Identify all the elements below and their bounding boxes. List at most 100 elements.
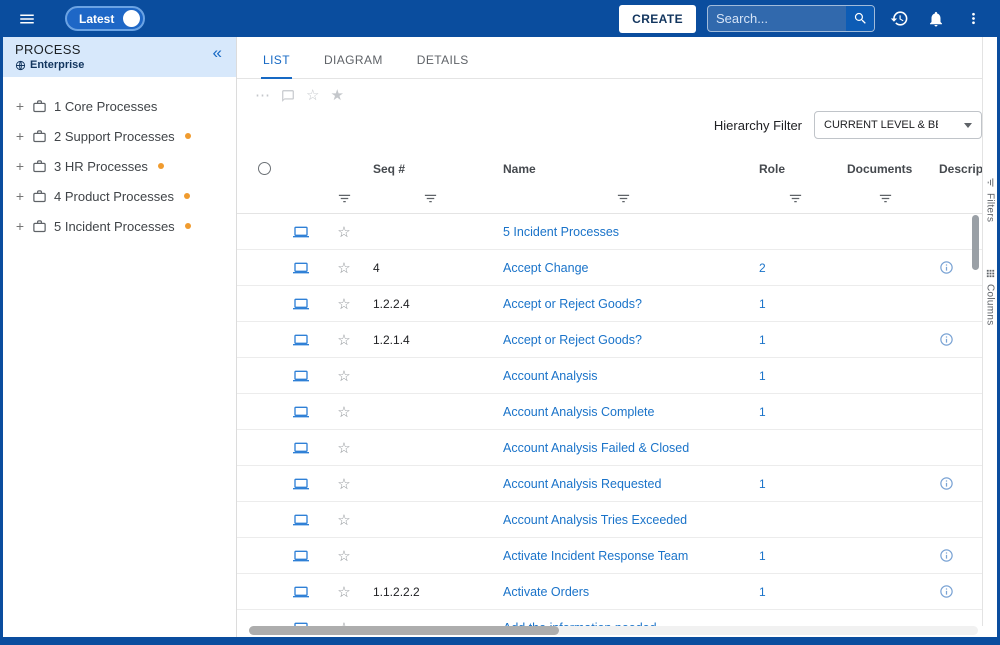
favorite-star-icon[interactable]: ☆: [337, 511, 350, 529]
sidebar-item-label: 1 Core Processes: [54, 98, 158, 114]
more-actions-icon[interactable]: ⋯: [255, 88, 270, 103]
sidebar-item-4[interactable]: +4 Product Processes: [3, 181, 236, 211]
process-name-link[interactable]: Account Analysis: [503, 369, 598, 383]
comment-icon[interactable]: [281, 89, 295, 103]
open-diagram-monitor-icon[interactable]: [293, 260, 309, 276]
horizontal-scrollbar-thumb[interactable]: [249, 626, 559, 635]
history-icon[interactable]: [886, 6, 912, 32]
hierarchy-filter-label: Hierarchy Filter: [713, 117, 802, 133]
sidebar-item-5[interactable]: +5 Incident Processes: [3, 211, 236, 241]
filter-funnel-icon-name[interactable]: [495, 191, 751, 206]
horizontal-scrollbar[interactable]: [249, 626, 978, 635]
open-diagram-monitor-icon[interactable]: [293, 332, 309, 348]
filter-icon: [985, 177, 996, 188]
info-icon[interactable]: [939, 584, 982, 599]
info-icon[interactable]: [939, 476, 982, 491]
star-outline-icon[interactable]: ☆: [306, 88, 319, 103]
search-button[interactable]: [846, 6, 874, 31]
favorite-star-icon[interactable]: ☆: [337, 223, 350, 241]
hierarchy-filter-select[interactable]: CURRENT LEVEL & BELOW: [814, 111, 982, 139]
process-name-link[interactable]: Account Analysis Tries Exceeded: [503, 513, 687, 527]
process-name-link[interactable]: Account Analysis Requested: [503, 477, 661, 491]
open-diagram-monitor-icon[interactable]: [293, 224, 309, 240]
sidebar-item-1[interactable]: +1 Core Processes: [3, 91, 236, 121]
sidebar-item-3[interactable]: +3 HR Processes: [3, 151, 236, 181]
info-icon[interactable]: [939, 332, 982, 347]
main-panel: LIST DIAGRAM DETAILS ⋯ ☆ ★ Hierarchy Fil…: [237, 37, 997, 637]
table-body: ☆ 5 Incident Processes ☆ 4 Accept Change 2 ☆ 1.…: [237, 214, 997, 637]
filter-funnel-icon-documents[interactable]: [839, 191, 931, 206]
latest-version-toggle[interactable]: Latest: [65, 6, 146, 31]
expand-plus-icon[interactable]: +: [15, 128, 25, 144]
favorite-star-icon[interactable]: ☆: [337, 547, 350, 565]
role-count-link[interactable]: 1: [759, 549, 766, 563]
table-row: ☆ Account Analysis Complete 1: [237, 394, 982, 430]
process-name-link[interactable]: Activate Orders: [503, 585, 589, 599]
process-name-link[interactable]: Accept Change: [503, 261, 588, 275]
favorite-star-icon[interactable]: ☆: [337, 295, 350, 313]
column-header-documents[interactable]: Documents: [839, 162, 931, 176]
open-diagram-monitor-icon[interactable]: [293, 476, 309, 492]
role-count-link[interactable]: 1: [759, 477, 766, 491]
filter-funnel-icon-favorites[interactable]: [323, 191, 365, 206]
process-name-link[interactable]: Accept or Reject Goods?: [503, 333, 642, 347]
sidebar-item-2[interactable]: +2 Support Processes: [3, 121, 236, 151]
notifications-bell-icon[interactable]: [923, 6, 949, 32]
collapse-sidebar-icon[interactable]: «: [209, 42, 226, 63]
role-count-link[interactable]: 1: [759, 297, 766, 311]
process-name-link[interactable]: 5 Incident Processes: [503, 225, 619, 239]
tab-diagram[interactable]: DIAGRAM: [322, 49, 385, 78]
star-filled-icon[interactable]: ★: [330, 88, 343, 103]
open-diagram-monitor-icon[interactable]: [293, 584, 309, 600]
open-diagram-monitor-icon[interactable]: [293, 404, 309, 420]
favorite-star-icon[interactable]: ☆: [337, 331, 350, 349]
favorite-star-icon[interactable]: ☆: [337, 367, 350, 385]
process-name-link[interactable]: Account Analysis Complete: [503, 405, 654, 419]
orange-status-dot: [184, 133, 191, 139]
open-diagram-monitor-icon[interactable]: [293, 368, 309, 384]
vertical-scrollbar[interactable]: [972, 215, 979, 270]
info-icon[interactable]: [939, 548, 982, 563]
favorite-star-icon[interactable]: ☆: [337, 259, 350, 277]
column-header-name[interactable]: Name: [495, 162, 751, 176]
open-diagram-monitor-icon[interactable]: [293, 512, 309, 528]
expand-plus-icon[interactable]: +: [15, 218, 25, 234]
process-name-link[interactable]: Account Analysis Failed & Closed: [503, 441, 689, 455]
create-button[interactable]: CREATE: [619, 4, 696, 33]
role-count-link[interactable]: 2: [759, 261, 766, 275]
favorite-star-icon[interactable]: ☆: [337, 475, 350, 493]
column-header-seq[interactable]: Seq #: [365, 162, 495, 176]
kebab-menu-icon[interactable]: [960, 6, 986, 32]
briefcase-icon: [32, 129, 47, 144]
process-name-link[interactable]: Accept or Reject Goods?: [503, 297, 642, 311]
filter-funnel-icon-role[interactable]: [751, 191, 839, 206]
columns-panel-tab[interactable]: Columns: [985, 268, 996, 326]
process-name-link[interactable]: Activate Incident Response Team: [503, 549, 688, 563]
open-diagram-monitor-icon[interactable]: [293, 296, 309, 312]
open-diagram-monitor-icon[interactable]: [293, 548, 309, 564]
table-row: ☆ 1.2.1.4 Accept or Reject Goods? 1: [237, 322, 982, 358]
search-input[interactable]: [708, 11, 846, 26]
column-filter-row: [237, 184, 982, 214]
seq-cell: 1.2.1.4: [373, 332, 410, 347]
role-count-link[interactable]: 1: [759, 405, 766, 419]
favorite-star-icon[interactable]: ☆: [337, 403, 350, 421]
column-header-role[interactable]: Role: [751, 162, 839, 176]
filters-panel-tab[interactable]: Filters: [985, 177, 996, 222]
expand-plus-icon[interactable]: +: [15, 98, 25, 114]
expand-plus-icon[interactable]: +: [15, 188, 25, 204]
favorite-star-icon[interactable]: ☆: [337, 583, 350, 601]
expand-plus-icon[interactable]: +: [15, 158, 25, 174]
menu-icon[interactable]: [14, 6, 40, 32]
favorite-star-icon[interactable]: ☆: [337, 439, 350, 457]
tab-list[interactable]: LIST: [261, 49, 292, 79]
filter-funnel-icon-seq[interactable]: [365, 191, 495, 206]
tab-details[interactable]: DETAILS: [415, 49, 471, 78]
open-diagram-monitor-icon[interactable]: [293, 440, 309, 456]
select-all-radio[interactable]: [257, 162, 271, 175]
column-header-description[interactable]: Description: [931, 162, 982, 176]
role-count-link[interactable]: 1: [759, 369, 766, 383]
role-count-link[interactable]: 1: [759, 333, 766, 347]
toggle-knob-icon[interactable]: [123, 10, 141, 27]
role-count-link[interactable]: 1: [759, 585, 766, 599]
